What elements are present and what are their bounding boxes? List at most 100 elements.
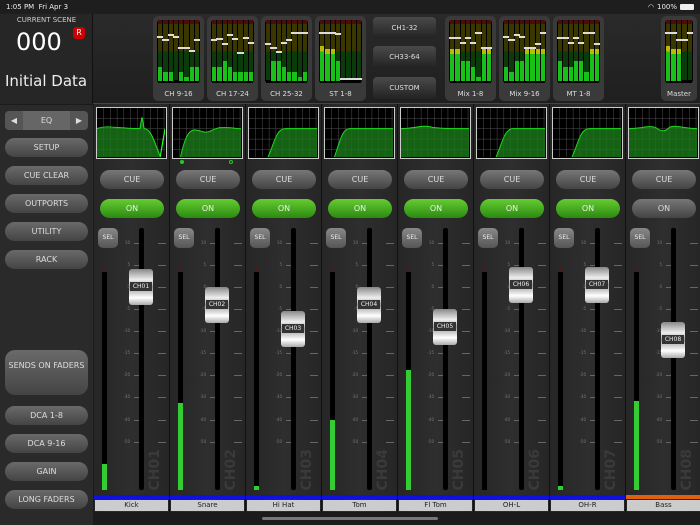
fader-track[interactable] [367,228,372,490]
bank-meter [513,20,520,83]
eq-graph[interactable] [552,107,623,159]
bank-ch-9-16[interactable]: CH 9-16 [153,16,204,101]
wifi-icon: ◠ [647,3,654,11]
fader-knob[interactable]: CH02 [205,286,229,323]
layer-ch33-64-button[interactable]: CH33-64 [373,46,436,68]
channel-id-watermark: CH08 [679,448,695,490]
channel-name[interactable]: Hi Hat [247,500,320,511]
current-scene-panel[interactable]: CURRENT SCENE 000 R Initial Data [0,14,93,104]
bank-master[interactable]: Master [661,16,697,101]
channel-name[interactable]: Kick [95,500,168,511]
channel-on-button[interactable]: ON [404,199,468,218]
fader-track[interactable] [139,228,144,490]
sel-button[interactable]: SEL [250,228,270,248]
scale-label: 10 [656,240,662,245]
scale-label: -40 [655,417,662,422]
cue-button[interactable]: CUE [328,170,392,189]
utility-button[interactable]: UTILITY [5,222,88,241]
cue-button[interactable]: CUE [176,170,240,189]
channel-on-button[interactable]: ON [176,199,240,218]
scale-label: -30 [427,394,434,399]
outports-button[interactable]: OUTPORTS [5,194,88,213]
channel-on-button[interactable]: ON [632,199,696,218]
channel-name[interactable]: OH-R [551,500,624,511]
fader-knob[interactable]: CH01 [129,269,153,305]
channel-name[interactable]: Fl Tom [399,500,472,511]
scene-label: CURRENT SCENE [16,16,77,24]
dca-1-8-button[interactable]: DCA 1-8 [5,406,88,425]
channel-name[interactable]: Snare [171,500,244,511]
next-arrow-icon[interactable]: ▶ [70,111,88,130]
layer-ch1-32-button[interactable]: CH1-32 [373,17,436,39]
channel-meter [634,267,639,490]
eq-graph[interactable] [172,107,243,159]
fader-knob[interactable]: CH04 [357,286,381,323]
setup-button[interactable]: SETUP [5,138,88,157]
fader-track[interactable] [215,228,220,490]
cue-button[interactable]: CUE [252,170,316,189]
bank-meter [578,20,585,83]
sel-button[interactable]: SEL [326,228,346,248]
bank-mt-1-8[interactable]: MT 1-8 [553,16,604,101]
eq-graph[interactable] [96,107,167,160]
eq-graph[interactable] [400,107,471,159]
channel-on-button[interactable]: ON [252,199,316,218]
long-faders-button[interactable]: LONG FADERS [5,490,88,509]
scale-label: 5 [507,262,510,267]
fader-knob[interactable]: CH06 [509,266,533,303]
bank-label: CH 17-24 [216,90,249,98]
sel-button[interactable]: SEL [402,228,422,248]
bank-ch-17-24[interactable]: CH 17-24 [207,16,258,101]
eq-graph[interactable] [248,107,319,159]
rack-button[interactable]: RACK [5,250,88,269]
scale-label: 10 [276,240,282,245]
layer-custom-button[interactable]: CUSTOM [373,77,436,99]
sel-button[interactable]: SEL [98,228,118,248]
sel-button[interactable]: SEL [630,228,650,248]
cue-button[interactable]: CUE [556,170,620,189]
bank-mix-1-8[interactable]: Mix 1-8 [445,16,496,101]
bank-st-1-8[interactable]: ST 1-8 [315,16,366,101]
bank-meter [193,20,200,83]
eq-graph[interactable] [324,107,395,159]
channel-name[interactable]: Bass [627,500,700,511]
fader-track[interactable] [443,228,448,490]
scale-label: -5 [506,306,510,311]
bank-ch-25-32[interactable]: CH 25-32 [261,16,312,101]
cue-button[interactable]: CUE [404,170,468,189]
eq-graph[interactable] [628,107,699,159]
sel-button[interactable]: SEL [554,228,574,248]
channel-on-button[interactable]: ON [328,199,392,218]
bank-meter [508,20,515,83]
fader-knob[interactable]: CH08 [661,321,685,358]
fader-track[interactable] [291,228,296,490]
scale-label: -15 [275,350,282,355]
fader-track[interactable] [671,228,676,490]
channel-on-button[interactable]: ON [556,199,620,218]
bank-meter [329,20,336,83]
sel-button[interactable]: SEL [478,228,498,248]
fader-knob[interactable]: CH07 [585,266,609,303]
channel-name[interactable]: OH-L [475,500,548,511]
fader-knob[interactable]: CH03 [281,310,305,347]
gain-button[interactable]: GAIN [5,462,88,481]
dca-9-16-button[interactable]: DCA 9-16 [5,434,88,453]
sends-on-faders-button[interactable]: SENDS ON FADERS [5,350,88,395]
scale-label: -30 [199,394,206,399]
prev-arrow-icon[interactable]: ◀ [5,111,23,130]
eq-selector[interactable]: ◀ EQ ▶ [5,111,88,130]
eq-graph[interactable] [476,107,547,159]
channel-name[interactable]: Tom [323,500,396,511]
cue-button[interactable]: CUE [480,170,544,189]
cue-button[interactable]: CUE [632,170,696,189]
fader-knob[interactable]: CH05 [433,308,457,345]
cue-clear-button[interactable]: CUE CLEAR [5,166,88,185]
cue-button[interactable]: CUE [100,170,164,189]
channel-on-button[interactable]: ON [480,199,544,218]
scale-label: 10 [124,240,130,245]
channel-on-button[interactable]: ON [100,199,164,218]
sel-button[interactable]: SEL [174,228,194,248]
bank-mix-9-16[interactable]: Mix 9-16 [499,16,550,101]
bank-meter [301,20,308,83]
scale-label: -20 [503,372,510,377]
